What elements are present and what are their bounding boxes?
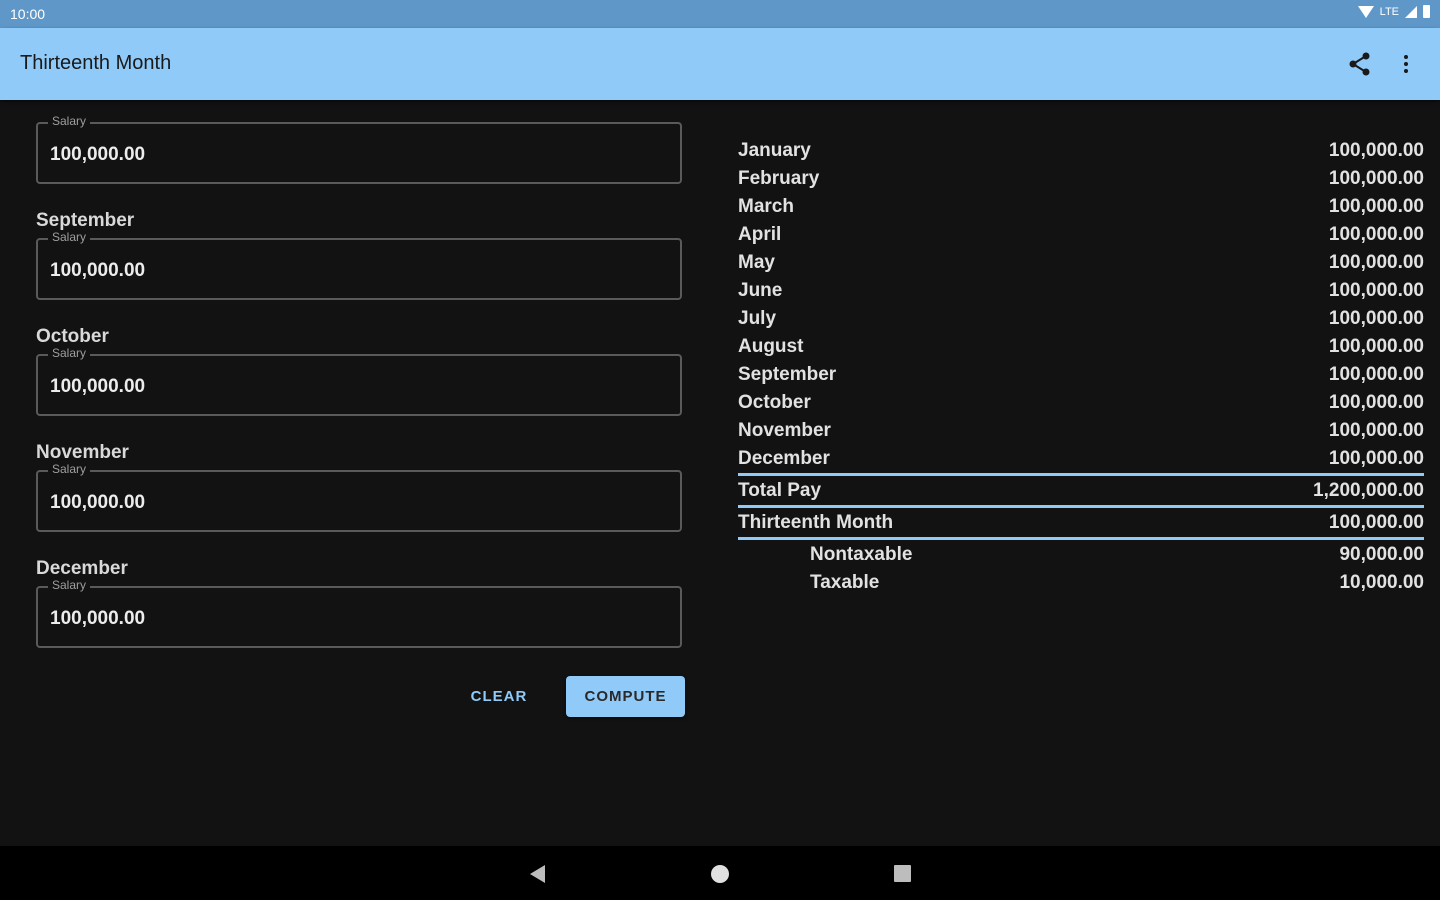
summary-row-april: April 100,000.00 [738,220,1424,248]
network-type: LTE [1379,5,1399,18]
status-bar: 10:00 LTE [0,0,1440,28]
summary-value: 100,000.00 [1328,308,1424,329]
home-icon[interactable] [711,865,729,883]
summary-label: Taxable [810,572,880,593]
summary-label: November [738,420,831,441]
summary-label: Nontaxable [810,544,913,565]
signal-icon [1405,5,1417,18]
summary-row-thirteenth-month: Thirteenth Month 100,000.00 [738,508,1424,536]
salary-field-november[interactable]: Salary 100,000.00 [36,462,682,532]
summary-value: 100,000.00 [1328,336,1424,357]
wifi-icon [1357,5,1374,18]
salary-field-label: Salary [48,578,91,592]
summary-value: 100,000.00 [1328,168,1424,189]
status-icons: LTE [1357,5,1430,18]
summary-label: January [738,140,811,161]
summary-row-march: March 100,000.00 [738,192,1424,220]
summary-value: 100,000.00 [1328,252,1424,273]
salary-field-label: Salary [48,114,91,128]
summary-label: Thirteenth Month [738,512,894,533]
summary-row-taxable: Taxable 10,000.00 [738,568,1424,596]
summary-label: March [738,196,794,217]
summary-value: 10,000.00 [1339,572,1424,593]
summary-row-february: February 100,000.00 [738,164,1424,192]
month-label-december: December [36,558,128,579]
summary-value: 100,000.00 [1328,512,1424,533]
summary-value: 100,000.00 [1328,448,1424,469]
battery-icon [1423,5,1430,18]
status-time: 10:00 [10,6,46,22]
summary-row-november: November 100,000.00 [738,416,1424,444]
salary-field-december[interactable]: Salary 100,000.00 [36,578,682,648]
salary-field-october[interactable]: Salary 100,000.00 [36,346,682,416]
summary-row-july: July 100,000.00 [738,304,1424,332]
summary-value: 100,000.00 [1328,280,1424,301]
share-button[interactable] [1344,48,1376,80]
summary-value: 100,000.00 [1328,420,1424,441]
summary-value: 100,000.00 [1328,224,1424,245]
summary-row-september: September 100,000.00 [738,360,1424,388]
month-label-october: October [36,326,109,347]
summary-label: July [738,308,777,329]
summary-value: 100,000.00 [1328,364,1424,385]
summary-row-june: June 100,000.00 [738,276,1424,304]
clear-button[interactable]: CLEAR [454,676,544,716]
salary-field-label: Salary [48,462,91,476]
summary-row-october: October 100,000.00 [738,388,1424,416]
summary-value: 1,200,000.00 [1313,480,1424,501]
more-options-button[interactable] [1392,48,1420,80]
salary-field-value: 100,000.00 [50,608,146,629]
summary-value: 90,000.00 [1339,544,1424,565]
summary-row-august: August 100,000.00 [738,332,1424,360]
navigation-bar [0,846,1440,900]
back-icon[interactable] [530,865,545,883]
summary-label: December [738,448,830,469]
summary-row-nontaxable: Nontaxable 90,000.00 [738,540,1424,568]
recents-icon[interactable] [894,865,911,882]
app-title: Thirteenth Month [20,52,172,74]
summary-row-total-pay: Total Pay 1,200,000.00 [738,476,1424,504]
summary-value: 100,000.00 [1328,140,1424,161]
app-bar: Thirteenth Month [0,28,1440,100]
salary-field-value: 100,000.00 [50,144,146,165]
summary-row-december: December 100,000.00 [738,444,1424,472]
summary-label: June [738,280,783,301]
salary-field-september[interactable]: Salary 100,000.00 [36,230,682,300]
summary-label: Total Pay [738,480,822,501]
salary-field-value: 100,000.00 [50,492,146,513]
summary-label: February [738,168,820,189]
salary-field-label: Salary [48,230,91,244]
salary-field-label: Salary [48,346,91,360]
summary-value: 100,000.00 [1328,196,1424,217]
summary-label: October [738,392,811,413]
summary-label: September [738,364,837,385]
summary-label: August [738,336,804,357]
share-icon [1349,52,1370,76]
month-label-november: November [36,442,129,463]
summary-value: 100,000.00 [1328,392,1424,413]
summary-label: May [738,252,775,273]
summary-row-january: January 100,000.00 [738,136,1424,164]
salary-field-august[interactable]: Salary 100,000.00 [36,114,682,184]
salary-field-value: 100,000.00 [50,260,146,281]
summary-row-may: May 100,000.00 [738,248,1424,276]
more-vert-icon [1404,55,1408,73]
month-label-september: September [36,210,135,231]
salary-field-value: 100,000.00 [50,376,146,397]
summary-label: April [738,224,782,245]
compute-button[interactable]: COMPUTE [566,676,685,717]
